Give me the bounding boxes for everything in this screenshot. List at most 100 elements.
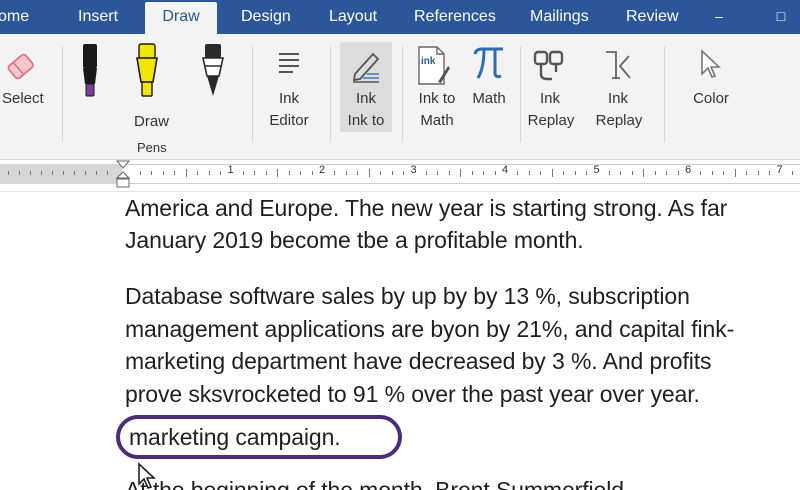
- ruler-tick: [151, 171, 153, 175]
- ruler-tick: [8, 171, 9, 175]
- ruler-tick: [197, 171, 199, 175]
- ruler-number: 2: [319, 164, 326, 176]
- tab-review[interactable]: Review: [626, 0, 678, 34]
- ruler-tick: [425, 171, 427, 175]
- doc-line[interactable]: America and Europe. The new year is star…: [125, 195, 727, 222]
- ruler-tick: [769, 171, 771, 175]
- ruler-number: 6: [685, 164, 692, 176]
- ruler-tick: [96, 171, 97, 175]
- doc-line[interactable]: marketing department have decreased by 3…: [125, 348, 712, 375]
- ruler-tick: [746, 171, 748, 175]
- ruler-tick: [85, 171, 86, 175]
- ink-editor-label-2[interactable]: Editor: [266, 110, 312, 132]
- ruler-tick: [608, 171, 610, 175]
- purple-pen-icon[interactable]: [76, 40, 104, 102]
- ruler-tick: [357, 171, 359, 175]
- tab-references[interactable]: References: [414, 0, 496, 34]
- tab-layout[interactable]: Layout: [329, 0, 377, 34]
- doc-line[interactable]: prove sksvrocketed to 91 % over the past…: [125, 381, 700, 408]
- ink-to-shape-icon[interactable]: [349, 48, 383, 84]
- ruler-tick: [52, 171, 53, 175]
- pens-group-label: Pens: [137, 140, 167, 155]
- group-divider: [520, 46, 521, 142]
- ruler-number: 1: [227, 164, 234, 176]
- mouse-cursor-icon: [138, 462, 157, 489]
- ruler-tick: [528, 171, 530, 175]
- ink-icon-text: ink: [421, 56, 436, 67]
- ink-to-label-1[interactable]: Ink: [346, 88, 386, 110]
- horizontal-ruler[interactable]: 1 2 3 4 5 6 7: [0, 160, 800, 192]
- ruler-tick: [288, 171, 290, 175]
- group-divider: [402, 46, 403, 142]
- ruler-number: 5: [593, 164, 600, 176]
- tab-design[interactable]: Design: [241, 0, 291, 34]
- ruler-tick: [734, 169, 736, 177]
- ruler-number: 7: [776, 164, 783, 176]
- indent-marker[interactable]: [116, 160, 130, 190]
- ink-replay-label-1[interactable]: Ink: [530, 88, 570, 110]
- pointer-cursor-icon[interactable]: [698, 48, 724, 82]
- ruler-tick: [631, 171, 633, 175]
- group-divider: [664, 46, 665, 142]
- tab-home[interactable]: ome: [0, 0, 29, 34]
- tab-draw[interactable]: Draw: [145, 2, 217, 34]
- document-page[interactable]: America and Europe. The new year is star…: [0, 192, 800, 490]
- ruler-tick: [711, 171, 713, 175]
- ruler-tick: [677, 171, 679, 175]
- maximize-button[interactable]: □: [772, 7, 790, 25]
- ruler-tick: [517, 171, 519, 175]
- ink-replay2-label-1[interactable]: Ink: [598, 88, 638, 110]
- select-label[interactable]: Select: [2, 88, 44, 110]
- ruler-tick: [74, 171, 75, 175]
- ruler-tick: [483, 171, 485, 175]
- ink-editor-label-1[interactable]: Ink: [269, 88, 309, 110]
- ruler-tick: [220, 171, 222, 175]
- ink-replay-label-2[interactable]: Replay: [526, 110, 576, 132]
- ruler-tick: [551, 169, 553, 177]
- ruler-tick: [586, 171, 588, 175]
- doc-line[interactable]: management applications are byon by 21%,…: [125, 316, 734, 343]
- ruler-tick: [448, 171, 450, 175]
- ink-editor-icon[interactable]: [276, 48, 302, 84]
- ink-replay-alt-icon[interactable]: [602, 48, 634, 84]
- draw-ribbon: Select Draw Pens Ink Editor Ink Ink to i…: [0, 34, 800, 160]
- doc-line[interactable]: January 2019 become tbe a profitable mon…: [125, 227, 584, 254]
- ruler-tick: [265, 171, 267, 175]
- ruler-tick: [63, 171, 64, 175]
- doc-line[interactable]: At the beginning of the month, Brent Sum…: [125, 477, 624, 490]
- yellow-highlighter-icon[interactable]: [132, 40, 162, 102]
- ink-replay2-label-2[interactable]: Replay: [594, 110, 644, 132]
- ruler-tick: [300, 171, 302, 175]
- ruler-tick: [574, 171, 576, 175]
- ruler-tick: [380, 171, 382, 175]
- white-pencil-icon[interactable]: [198, 40, 228, 102]
- ruler-tick: [471, 171, 473, 175]
- doc-line-circled[interactable]: marketing campaign.: [129, 424, 341, 451]
- ruler-tick: [700, 171, 702, 175]
- ruler-tick: [185, 169, 187, 177]
- ruler-tick: [437, 171, 439, 175]
- color-label[interactable]: Color: [688, 88, 734, 110]
- ink-to-math-label-2[interactable]: Math: [414, 110, 460, 132]
- group-divider: [62, 46, 63, 142]
- ruler-tick: [723, 171, 725, 175]
- pi-math-icon[interactable]: [472, 46, 506, 82]
- eraser-icon[interactable]: [4, 48, 40, 88]
- ruler-tick: [140, 171, 141, 175]
- ink-to-math-icon[interactable]: ink: [416, 44, 452, 88]
- doc-line[interactable]: Database software sales by up by by 13 %…: [125, 283, 690, 310]
- draw-label[interactable]: Draw: [134, 111, 169, 133]
- minimize-button[interactable]: –: [710, 7, 728, 25]
- ink-to-label-2[interactable]: Ink to: [342, 110, 390, 132]
- tab-mailings[interactable]: Mailings: [530, 0, 589, 34]
- ribbon-tab-bar: ome Insert Draw Design Layout References…: [0, 0, 800, 34]
- ruler-tick: [242, 171, 244, 175]
- tab-insert[interactable]: Insert: [78, 0, 118, 34]
- ruler-number: 4: [502, 164, 509, 176]
- ruler-tick: [277, 169, 279, 177]
- ruler-tick: [666, 171, 668, 175]
- ruler-tick: [345, 171, 347, 175]
- math-label[interactable]: Math: [468, 88, 510, 110]
- ink-to-math-label-1[interactable]: Ink to: [414, 88, 460, 110]
- ink-replay-icon[interactable]: [532, 48, 566, 84]
